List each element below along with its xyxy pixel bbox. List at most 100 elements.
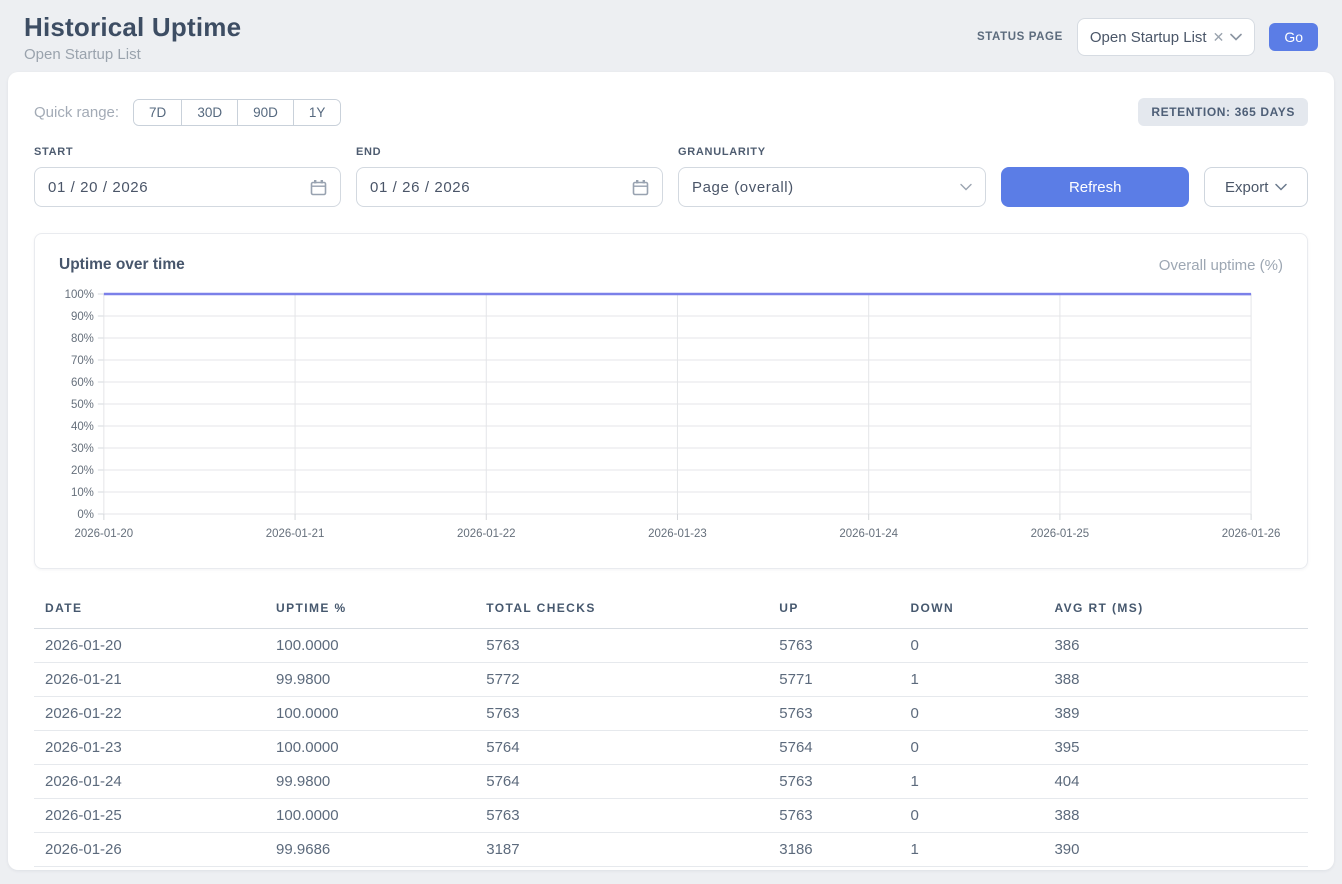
- table-cell: 388: [1054, 799, 1308, 833]
- table-cell: 5763: [779, 629, 910, 663]
- svg-text:30%: 30%: [71, 443, 94, 455]
- table-cell: 5764: [486, 731, 779, 765]
- chevron-down-icon: [960, 183, 972, 191]
- svg-text:2026-01-23: 2026-01-23: [648, 528, 707, 540]
- svg-text:70%: 70%: [71, 355, 94, 367]
- table-cell: 1: [910, 765, 1054, 799]
- column-header: AVG RT (MS): [1054, 593, 1308, 629]
- uptime-chart-card: Uptime over time Overall uptime (%) 100%…: [34, 233, 1308, 569]
- end-date-value: 01 / 26 / 2026: [370, 179, 470, 196]
- column-header: UP: [779, 593, 910, 629]
- table-cell: 100.0000: [276, 731, 486, 765]
- svg-text:2026-01-25: 2026-01-25: [1031, 528, 1090, 540]
- filters-row: START 01 / 20 / 2026 END 01 / 26 / 2026 …: [34, 146, 1308, 207]
- svg-text:2026-01-26: 2026-01-26: [1222, 528, 1281, 540]
- svg-text:60%: 60%: [71, 377, 94, 389]
- table-cell: 100.0000: [276, 629, 486, 663]
- quick-range-30d[interactable]: 30D: [181, 100, 237, 125]
- table-row: 2026-01-2699.9686318731861390: [34, 833, 1308, 867]
- table-cell: 100.0000: [276, 799, 486, 833]
- table-cell: 2026-01-24: [34, 765, 276, 799]
- table-cell: 0: [910, 697, 1054, 731]
- uptime-table: DATEUPTIME %TOTAL CHECKSUPDOWNAVG RT (MS…: [34, 593, 1308, 867]
- svg-text:50%: 50%: [71, 399, 94, 411]
- chart-legend-label: Overall uptime (%): [1159, 257, 1283, 274]
- table-cell: 2026-01-21: [34, 663, 276, 697]
- header-controls: STATUS PAGE Open Startup List ✕ Go: [977, 18, 1318, 56]
- start-label: START: [34, 146, 341, 158]
- table-cell: 5772: [486, 663, 779, 697]
- table-row: 2026-01-23100.0000576457640395: [34, 731, 1308, 765]
- quick-range-1y[interactable]: 1Y: [293, 100, 341, 125]
- table-cell: 2026-01-23: [34, 731, 276, 765]
- clear-selection-icon[interactable]: ✕: [1213, 30, 1225, 44]
- svg-text:80%: 80%: [71, 333, 94, 345]
- table-cell: 2026-01-25: [34, 799, 276, 833]
- table-cell: 388: [1054, 663, 1308, 697]
- table-header-row: DATEUPTIME %TOTAL CHECKSUPDOWNAVG RT (MS…: [34, 593, 1308, 629]
- end-label: END: [356, 146, 663, 158]
- quick-range-row: Quick range: 7D30D90D1Y RETENTION: 365 D…: [34, 98, 1308, 126]
- table-cell: 1: [910, 833, 1054, 867]
- table-cell: 2026-01-26: [34, 833, 276, 867]
- quick-range-group: 7D30D90D1Y: [133, 99, 341, 126]
- column-header: DATE: [34, 593, 276, 629]
- table-cell: 99.9686: [276, 833, 486, 867]
- table-row: 2026-01-20100.0000576357630386: [34, 629, 1308, 663]
- table-cell: 2026-01-22: [34, 697, 276, 731]
- calendar-icon[interactable]: [632, 179, 649, 196]
- table-cell: 2026-01-20: [34, 629, 276, 663]
- table-cell: 5764: [779, 731, 910, 765]
- column-header: TOTAL CHECKS: [486, 593, 779, 629]
- historical-uptime-page: Historical Uptime Open Startup List STAT…: [0, 0, 1342, 884]
- quick-range-90d[interactable]: 90D: [237, 100, 293, 125]
- page-header: Historical Uptime Open Startup List STAT…: [0, 0, 1342, 72]
- status-page-label: STATUS PAGE: [977, 31, 1063, 43]
- granularity-select[interactable]: Page (overall): [678, 167, 986, 207]
- calendar-icon[interactable]: [310, 179, 327, 196]
- table-cell: 390: [1054, 833, 1308, 867]
- table-cell: 1: [910, 663, 1054, 697]
- main-panel: Quick range: 7D30D90D1Y RETENTION: 365 D…: [8, 72, 1334, 870]
- uptime-line-chart: 100%90%80%70%60%50%40%30%20%10%0%2026-01…: [59, 286, 1283, 548]
- table-cell: 0: [910, 629, 1054, 663]
- page-subtitle: Open Startup List: [24, 46, 241, 63]
- table-cell: 5763: [486, 697, 779, 731]
- status-page-selected-value: Open Startup List: [1090, 29, 1207, 46]
- table-cell: 99.9800: [276, 663, 486, 697]
- chevron-down-icon: [1275, 183, 1287, 191]
- column-header: UPTIME %: [276, 593, 486, 629]
- table-cell: 5763: [486, 629, 779, 663]
- export-button[interactable]: Export: [1204, 167, 1308, 207]
- table-cell: 100.0000: [276, 697, 486, 731]
- page-title: Historical Uptime: [24, 12, 241, 43]
- export-button-label: Export: [1225, 179, 1268, 196]
- table-cell: 5763: [779, 765, 910, 799]
- end-date-input[interactable]: 01 / 26 / 2026: [356, 167, 663, 207]
- svg-text:90%: 90%: [71, 311, 94, 323]
- chart-title: Uptime over time: [59, 256, 185, 274]
- start-date-value: 01 / 20 / 2026: [48, 179, 148, 196]
- table-row: 2026-01-25100.0000576357630388: [34, 799, 1308, 833]
- table-row: 2026-01-2199.9800577257711388: [34, 663, 1308, 697]
- svg-text:2026-01-24: 2026-01-24: [839, 528, 898, 540]
- granularity-label: GRANULARITY: [678, 146, 986, 158]
- refresh-button[interactable]: Refresh: [1001, 167, 1189, 207]
- status-page-select[interactable]: Open Startup List ✕: [1077, 18, 1255, 56]
- svg-text:100%: 100%: [65, 289, 94, 301]
- svg-text:2026-01-20: 2026-01-20: [75, 528, 134, 540]
- quick-range-7d[interactable]: 7D: [134, 100, 181, 125]
- table-cell: 5763: [779, 697, 910, 731]
- quick-range-label: Quick range:: [34, 104, 119, 121]
- go-button[interactable]: Go: [1269, 23, 1318, 51]
- header-titles: Historical Uptime Open Startup List: [24, 12, 241, 63]
- chevron-down-icon: [1230, 33, 1242, 41]
- start-date-input[interactable]: 01 / 20 / 2026: [34, 167, 341, 207]
- svg-text:0%: 0%: [77, 509, 94, 521]
- chart-header: Uptime over time Overall uptime (%): [59, 256, 1283, 274]
- svg-text:10%: 10%: [71, 487, 94, 499]
- table-cell: 5764: [486, 765, 779, 799]
- table-cell: 5763: [486, 799, 779, 833]
- table-cell: 5771: [779, 663, 910, 697]
- svg-text:40%: 40%: [71, 421, 94, 433]
